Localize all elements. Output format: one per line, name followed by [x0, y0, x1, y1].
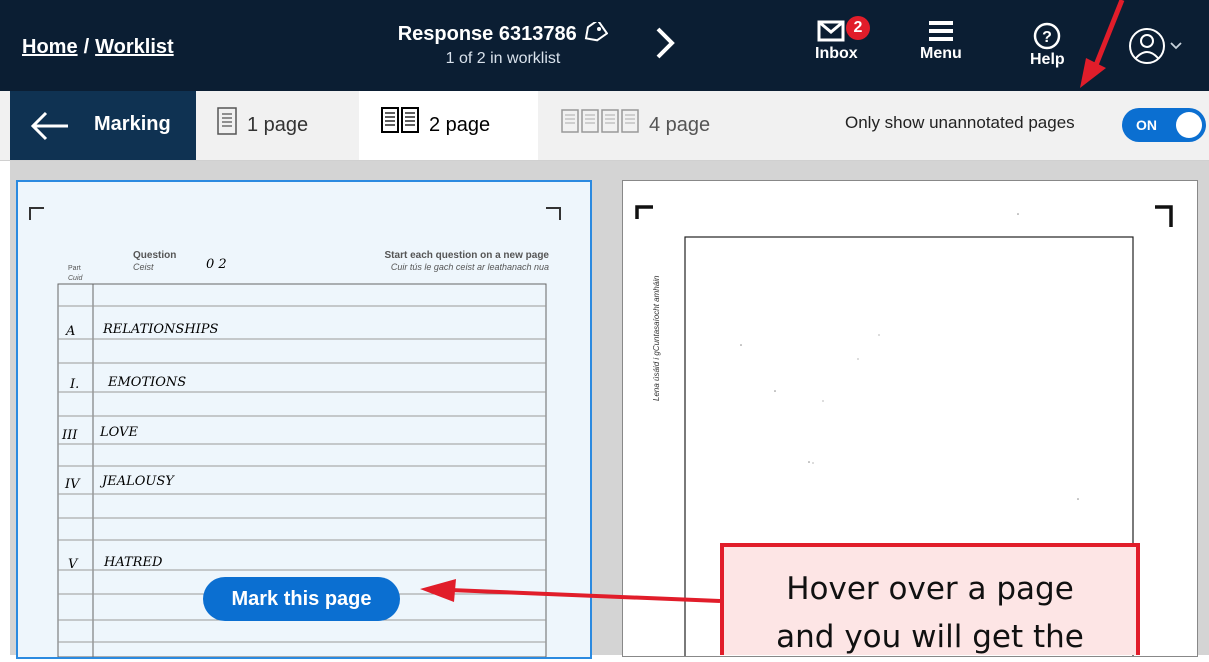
marking-back-button[interactable]: Marking: [10, 91, 196, 160]
tag-icon[interactable]: [582, 18, 609, 42]
view-1-page[interactable]: 1 page: [205, 91, 355, 160]
inbox-count-badge: 2: [846, 16, 870, 40]
breadcrumb-worklist-link[interactable]: Worklist: [95, 36, 174, 58]
callout-line-1: Hover over a page: [786, 571, 1074, 607]
help-label: Help: [1030, 51, 1065, 68]
breadcrumb-separator: /: [83, 36, 90, 58]
view-toolbar: Marking 1 page 2 page 4 page Only show u…: [0, 91, 1209, 161]
part-label-irish: Cuid: [68, 275, 84, 282]
arrow-left-icon: [30, 111, 68, 141]
instruction-text: Start each question on a new page: [385, 250, 550, 261]
toggle-knob: [1176, 112, 1202, 138]
two-page-icon: [381, 107, 419, 133]
unannotated-filter-label: Only show unannotated pages: [845, 113, 1075, 132]
hover-tip-callout: Hover over a page and you will get the: [720, 543, 1140, 655]
row-answer: RELATIONSHIPS: [102, 322, 219, 337]
single-page-icon: [217, 107, 237, 135]
annotation-arrow: [1080, 0, 1125, 88]
inbox-label: Inbox: [815, 45, 858, 62]
response-title-row: Response 6313786: [383, 18, 623, 46]
question-number: 0 2: [206, 257, 227, 272]
callout-arrow: [420, 579, 721, 603]
row-answer: EMOTIONS: [107, 375, 186, 390]
help-icon: ?: [1034, 22, 1061, 50]
view-2-page[interactable]: 2 page: [359, 91, 538, 160]
menu-label: Menu: [920, 45, 962, 62]
unannotated-toggle[interactable]: ON: [1122, 108, 1206, 142]
row-part: III: [61, 428, 78, 443]
callout-text: Hover over a page and you will get the: [724, 565, 1136, 661]
view-1-page-label: 1 page: [247, 114, 309, 136]
part-label: Part: [68, 265, 81, 272]
top-bar: Home / Worklist Response 6313786 1 of 2 in…: [0, 0, 1209, 91]
row-part: I.: [69, 377, 79, 392]
question-label-irish: Ceist: [133, 262, 154, 272]
callout-line-2: and you will get the: [776, 619, 1084, 655]
question-label: Question: [133, 250, 176, 261]
view-4-page[interactable]: 4 page: [545, 91, 765, 160]
view-4-page-label: 4 page: [649, 114, 711, 136]
response-title: Response 6313786: [397, 23, 577, 45]
row-answer: LOVE: [99, 425, 138, 440]
toggle-state: ON: [1136, 117, 1157, 133]
chevron-down-icon: [1170, 42, 1182, 50]
marking-label: Marking: [94, 113, 171, 135]
inbox-button[interactable]: 2 Inbox: [815, 16, 870, 63]
breadcrumb: Home / Worklist: [22, 36, 174, 59]
row-part: A: [65, 324, 75, 339]
instruction-text-irish: Cuir tús le gach ceist ar leathanach nua: [391, 262, 549, 272]
hamburger-icon: [928, 21, 953, 41]
response-header: Response 6313786 1 of 2 in worklist: [383, 18, 623, 68]
row-part: IV: [64, 477, 81, 492]
menu-button[interactable]: Menu: [920, 18, 962, 63]
svg-text:?: ?: [1042, 29, 1052, 46]
breadcrumb-home-link[interactable]: Home: [22, 36, 78, 58]
row-part: V: [68, 557, 79, 572]
row-answer: HATRED: [103, 555, 163, 570]
side-margin-text: Lena úsáid i gCuntasaíocht amháin: [652, 275, 661, 401]
help-button[interactable]: ? Help: [1030, 22, 1065, 69]
chevron-right-icon[interactable]: [654, 26, 676, 69]
four-page-icon: [561, 109, 639, 133]
response-subtitle: 1 of 2 in worklist: [445, 50, 561, 67]
row-answer: JEALOUSY: [99, 474, 175, 489]
view-2-page-label: 2 page: [429, 114, 491, 136]
mark-this-page-button[interactable]: Mark this page: [203, 577, 400, 621]
